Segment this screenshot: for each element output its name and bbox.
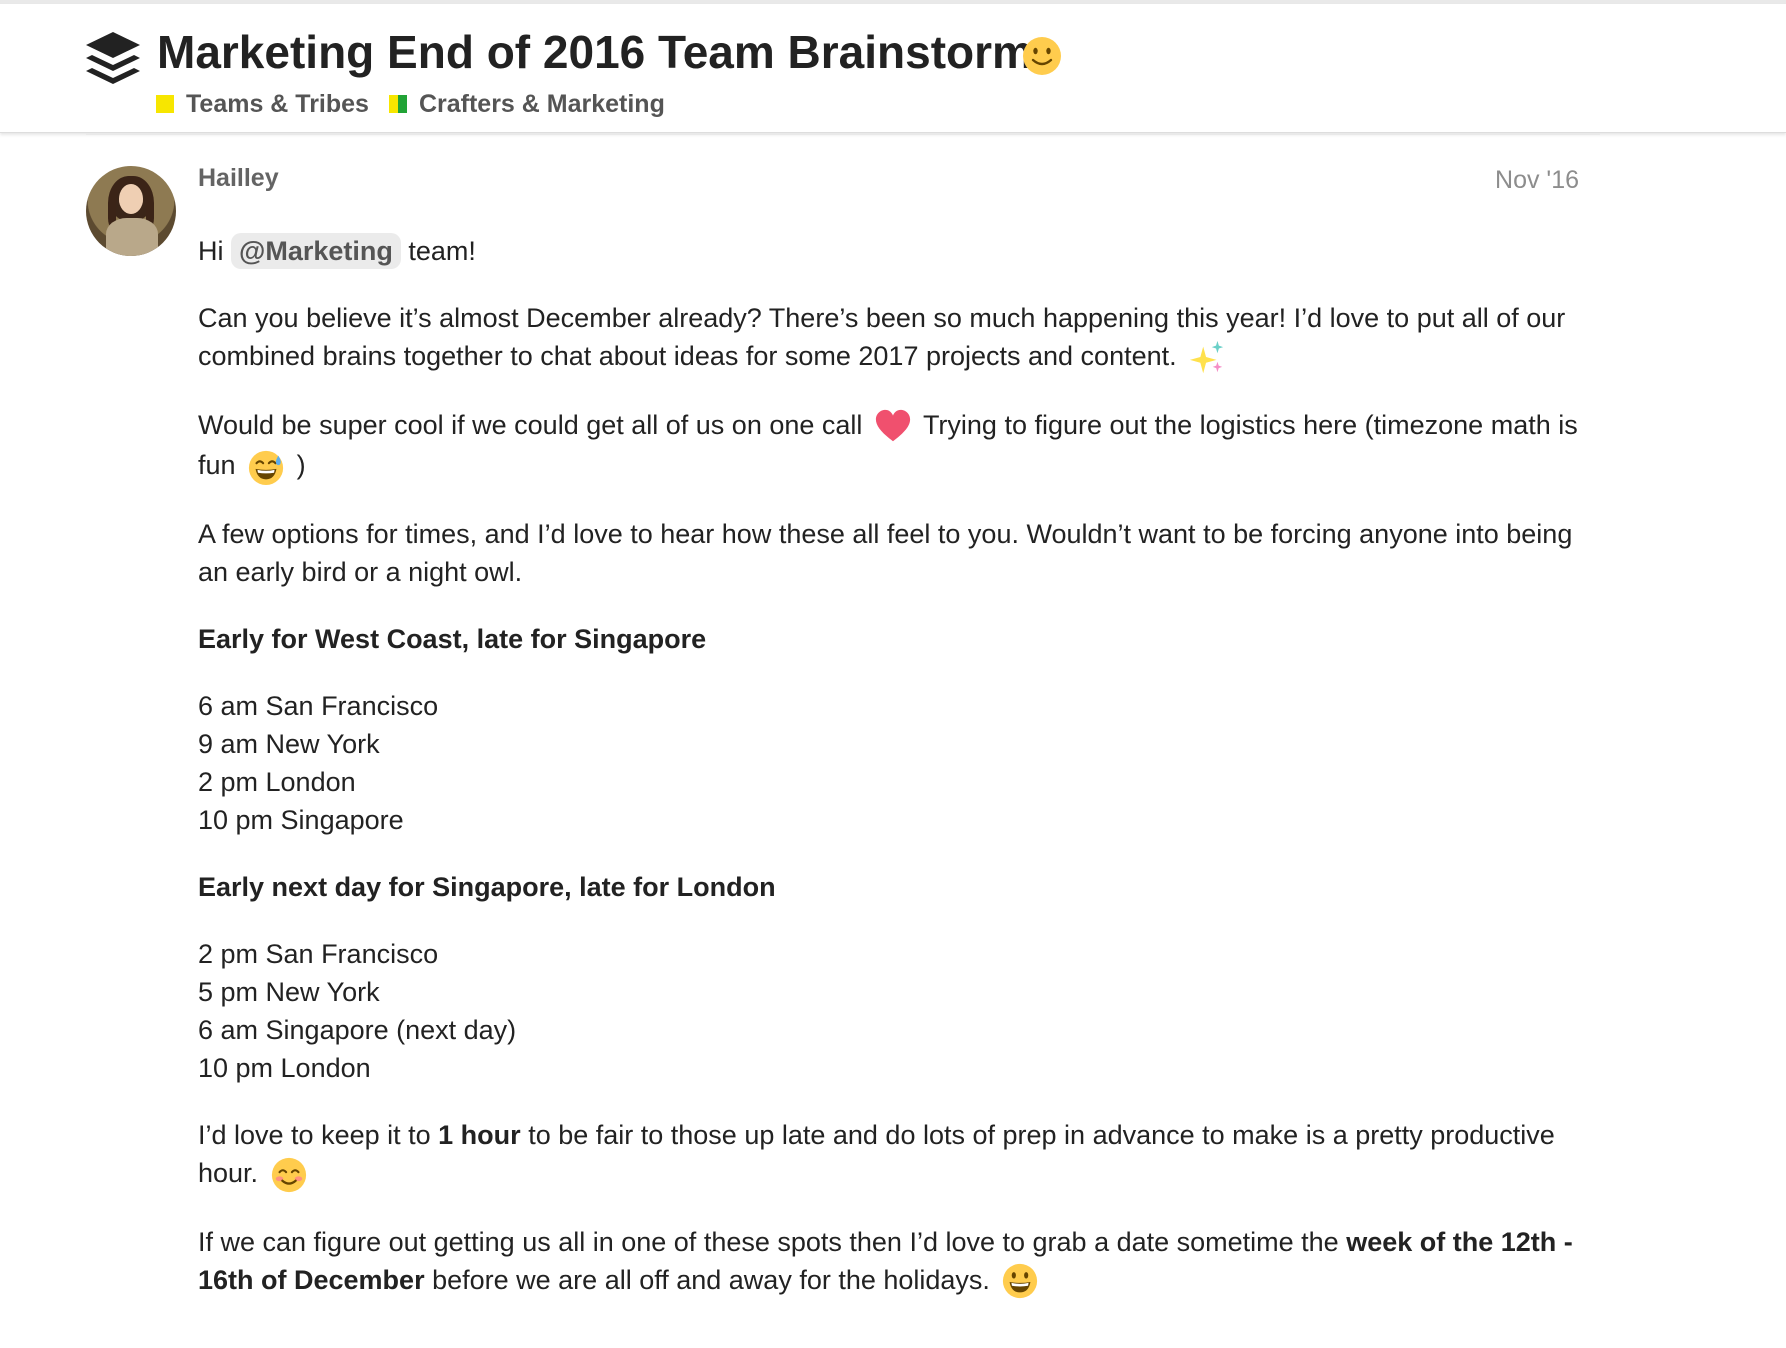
avatar-face (119, 184, 143, 214)
post-body: Hi @Marketing team! Can you believe it’s… (198, 232, 1598, 1329)
topic-title[interactable]: Marketing End of 2016 Team Brainstorm (157, 24, 1033, 80)
paragraph-call-text-c: ) (296, 449, 306, 480)
greeting-hi: Hi (198, 236, 224, 266)
paragraph-duration-bold: 1 hour (438, 1119, 521, 1150)
greeting-paragraph: Hi @Marketing team! (198, 232, 1598, 270)
paragraph-dates: If we can figure out getting us all in o… (198, 1223, 1598, 1301)
category-badge-teams-tribes[interactable]: Teams & Tribes (156, 90, 369, 119)
time-line: 9 am New York (198, 728, 380, 759)
heart-icon (874, 408, 912, 446)
time-line: 2 pm San Francisco (198, 938, 439, 969)
time-line: 5 pm New York (198, 976, 380, 1007)
paragraph-duration-before: I’d love to keep it to (198, 1119, 431, 1150)
category-label: Crafters & Marketing (418, 89, 665, 118)
sparkles-icon (1188, 339, 1226, 377)
post-date[interactable]: Nov '16 (1495, 166, 1579, 195)
avatar-body (106, 218, 158, 256)
blush-icon (270, 1156, 308, 1194)
option-2-heading-text: Early next day for Singapore, late for L… (198, 871, 776, 902)
post-divider (86, 133, 1600, 135)
time-line: 6 am Singapore (next day) (198, 1014, 517, 1045)
option-1-heading: Early for West Coast, late for Singapore (198, 620, 1598, 658)
group-mention[interactable]: @Marketing (231, 233, 401, 269)
time-line: 10 pm London (198, 1052, 371, 1083)
paragraph-call: Would be super cool if we could get all … (198, 406, 1598, 486)
time-line: 2 pm London (198, 766, 356, 797)
option-1-times: 6 am San Francisco 9 am New York 2 pm Lo… (198, 687, 1598, 839)
greeting-rest: team! (408, 236, 476, 266)
paragraph-call-text-a: Would be super cool if we could get all … (198, 409, 863, 440)
paragraph-intro-text: Can you believe it’s almost December alr… (198, 303, 1566, 371)
paragraph-dates-after: before we are all off and away for the h… (432, 1264, 990, 1295)
grinning-face-icon (1001, 1262, 1039, 1300)
paragraph-options: A few options for times, and I’d love to… (198, 518, 1573, 587)
option-2-times: 2 pm San Francisco 5 pm New York 6 am Si… (198, 935, 1598, 1087)
sweat-smile-icon (247, 448, 285, 486)
category-badge-crafters-marketing[interactable]: Crafters & Marketing (388, 89, 665, 119)
category-color-swatch (388, 95, 407, 113)
paragraph-intro: Can you believe it’s almost December alr… (198, 299, 1598, 377)
slightly-smiling-face-icon (1022, 36, 1062, 76)
option-2-heading: Early next day for Singapore, late for L… (198, 868, 1598, 906)
avatar[interactable] (86, 166, 176, 256)
post-username[interactable]: Hailley (198, 164, 279, 193)
category-list: Teams & Tribes Crafters & Marketing (156, 86, 685, 122)
paragraph-dates-before: If we can figure out getting us all in o… (198, 1226, 1339, 1257)
topic-header: Marketing End of 2016 Team Brainstorm Te… (0, 4, 1786, 133)
category-color-swatch (156, 95, 174, 113)
time-line: 6 am San Francisco (198, 690, 439, 721)
option-1-heading-text: Early for West Coast, late for Singapore (198, 623, 707, 654)
paragraph-duration: I’d love to keep it to 1 hour to be fair… (198, 1116, 1598, 1194)
buffer-logo-icon[interactable] (82, 28, 144, 88)
category-label: Teams & Tribes (186, 89, 369, 118)
time-line: 10 pm Singapore (198, 804, 404, 835)
